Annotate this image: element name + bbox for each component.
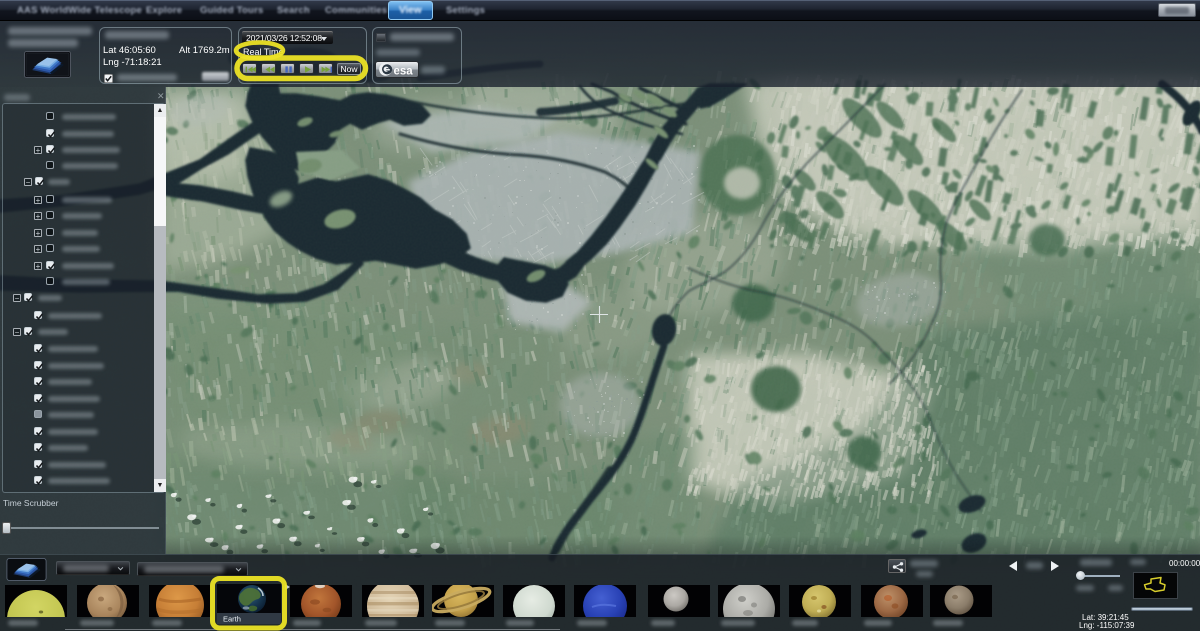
svg-text:esa: esa [394,65,414,77]
svg-text:Earth: Earth [223,615,241,624]
